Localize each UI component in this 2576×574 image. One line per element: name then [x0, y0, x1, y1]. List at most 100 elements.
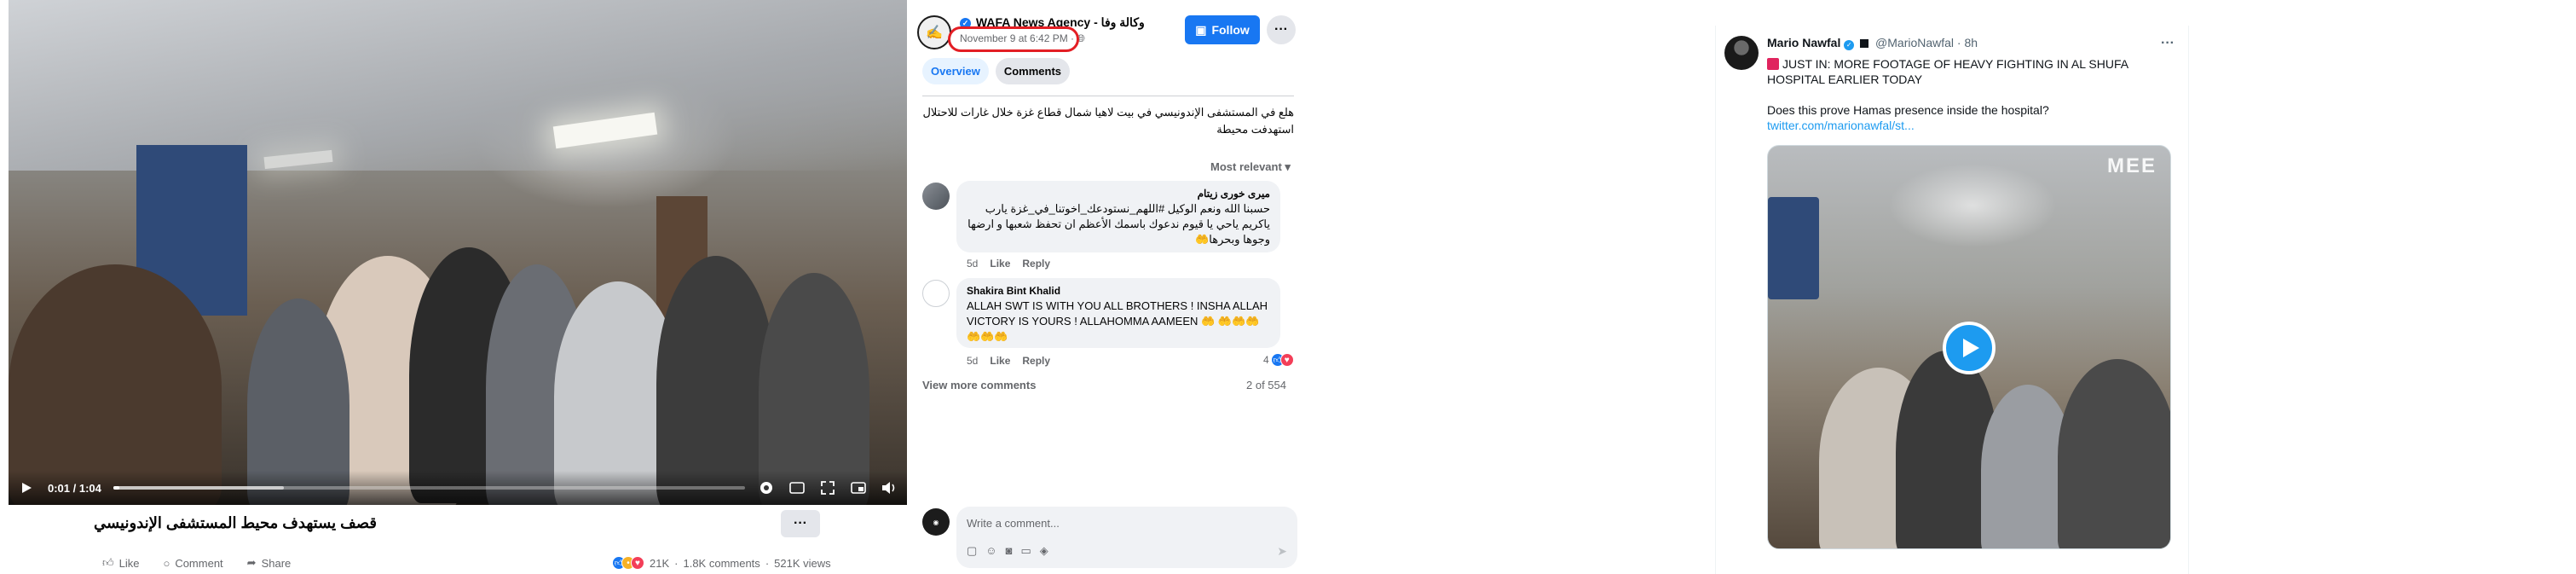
- post-caption: هلع في المستشفى الإندونيسي في بيت لاهيا …: [922, 106, 1294, 136]
- views-count: 521K views: [774, 556, 831, 570]
- tab-overview[interactable]: Overview: [922, 58, 989, 84]
- comment-item: Shakira Bint Khalid ALLAH SWT IS WITH YO…: [922, 278, 1297, 367]
- reaction-count[interactable]: 21K: [650, 557, 669, 570]
- comment-sort-dropdown[interactable]: Most relevant ▾: [1210, 160, 1291, 174]
- watermark-logo: MEE: [2106, 154, 2157, 177]
- sticker-icon[interactable]: ▢: [967, 544, 977, 558]
- side-tabs: Overview Comments: [922, 58, 1071, 84]
- love-reaction-icon: ♥: [631, 556, 644, 570]
- video-progress-bar[interactable]: [113, 486, 745, 490]
- wafa-logo-icon: ✍: [926, 26, 943, 40]
- comment-like-button[interactable]: Like: [990, 258, 1010, 270]
- avatar: ◉: [922, 508, 950, 536]
- avatar[interactable]: [1724, 36, 1759, 70]
- author-name[interactable]: Mario Nawfal: [1767, 36, 1840, 49]
- comment-reply-button[interactable]: Reply: [1022, 355, 1050, 367]
- volume-icon[interactable]: [880, 478, 898, 497]
- comment-count: 2 of 554: [1246, 379, 1286, 391]
- share-label: Share: [261, 556, 292, 570]
- settings-gear-icon[interactable]: [757, 478, 776, 497]
- like-label: Like: [118, 556, 140, 570]
- video-action-bar: 👍︎ Like ○ Comment ➦ Share: [102, 556, 291, 570]
- camera-icon[interactable]: ◙: [1006, 544, 1013, 558]
- comments-count[interactable]: 1.8K comments: [683, 557, 760, 570]
- comment-reactions[interactable]: 4 👍︎ ♥: [1263, 353, 1294, 367]
- share-arrow-icon: ➦: [246, 556, 257, 569]
- tweet-headline: JUST IN: MORE FOOTAGE OF HEAVY FIGHTING …: [1767, 57, 2128, 86]
- tweet-line: JUST IN: MORE FOOTAGE OF HEAVY FIGHTING …: [1767, 56, 2180, 87]
- comment-author[interactable]: Shakira Bint Khalid: [967, 285, 1270, 297]
- comment-text: حسبنا الله ونعم الوكيل #اللهم_نستودعك_اخ…: [967, 202, 1270, 246]
- tweet-question: Does this prove Hamas presence inside th…: [1767, 103, 2049, 117]
- video-title: قصف يستهدف محيط المستشفى الإندونيسي: [94, 514, 377, 531]
- author-handle[interactable]: @MarioNawfal · 8h: [1875, 36, 1978, 49]
- post-more-button[interactable]: ···: [1267, 15, 1296, 44]
- send-icon[interactable]: ➤: [1277, 544, 1287, 559]
- page-avatar[interactable]: ✍: [917, 15, 951, 49]
- comment-label: Comment: [175, 556, 223, 570]
- video-more-button[interactable]: ···: [781, 510, 820, 537]
- video-player[interactable]: 0:01 / 1:04: [9, 0, 907, 505]
- tweet-card[interactable]: Mario Nawfal ✓ @MarioNawfal · 8h ··· JUS…: [1715, 26, 2189, 574]
- stats-separator: ·: [765, 556, 770, 570]
- follow-label: Follow: [1211, 23, 1250, 37]
- tweet-spacer: [1767, 87, 2180, 102]
- tab-comments[interactable]: Comments: [995, 58, 1071, 84]
- tweet-header: Mario Nawfal ✓ @MarioNawfal · 8h: [1767, 36, 1978, 50]
- comment-bubble: ميرى خورى زيتام حسبنا الله ونعم الوكيل #…: [956, 181, 1280, 252]
- comment-button[interactable]: ○ Comment: [163, 556, 222, 570]
- like-button[interactable]: 👍︎ Like: [102, 556, 139, 570]
- video-buffer-fill: [113, 486, 284, 490]
- video-stats: 👍︎ • ♥ 21K · 1.8K comments · 521K views: [612, 556, 831, 570]
- thumbs-up-icon: 👍︎: [102, 556, 114, 569]
- fullscreen-icon[interactable]: [818, 478, 837, 497]
- video-time: 0:01 / 1:04: [48, 481, 101, 495]
- picture-in-picture-icon[interactable]: [849, 478, 868, 497]
- tweet-link[interactable]: twitter.com/marionawfal/st...: [1767, 118, 2180, 133]
- avatar[interactable]: [922, 183, 950, 210]
- play-button[interactable]: [1943, 322, 1996, 374]
- comment-input[interactable]: Write a comment...: [967, 517, 1060, 530]
- play-icon[interactable]: [17, 478, 36, 497]
- video-controls: 0:01 / 1:04: [9, 471, 907, 505]
- comment-reaction-count: 4: [1263, 354, 1269, 366]
- share-button[interactable]: ➦ Share: [247, 556, 292, 570]
- follow-icon: ▣: [1195, 22, 1207, 37]
- tweet-more-button[interactable]: ···: [2161, 36, 2175, 51]
- video-progress-fill: [113, 486, 120, 490]
- captions-icon[interactable]: [788, 478, 806, 497]
- comment-time[interactable]: 5d: [967, 355, 978, 367]
- comment-reply-button[interactable]: Reply: [1022, 258, 1050, 270]
- video-frame-figure: [2058, 359, 2170, 548]
- comment-bubble: Shakira Bint Khalid ALLAH SWT IS WITH YO…: [956, 278, 1280, 348]
- tweet-video[interactable]: MEE: [1767, 145, 2171, 549]
- view-more-comments-link[interactable]: View more comments: [922, 379, 1036, 391]
- tweet-text: JUST IN: MORE FOOTAGE OF HEAVY FIGHTING …: [1767, 56, 2180, 133]
- gif-icon[interactable]: ▭: [1020, 544, 1031, 558]
- post-side-panel: ✍ ✓ WAFA News Agency - وكالة وفا Novembe…: [912, 0, 1304, 574]
- affiliate-badge-icon: [1860, 39, 1869, 48]
- comment-meta: 5d Like Reply: [967, 355, 1050, 367]
- comment-meta: 5d Like Reply: [967, 258, 1050, 270]
- emoji-icon[interactable]: ☺: [985, 544, 996, 558]
- video-frame-figure: [1768, 197, 1819, 299]
- play-icon: [1963, 339, 1979, 357]
- comment-composer: ◉ Write a comment... ▢ ☺ ◙ ▭ ◈ ➤: [922, 507, 1297, 570]
- comment-bubble-icon: ○: [163, 556, 170, 570]
- comment-text: ALLAH SWT IS WITH YOU ALL BROTHERS ! INS…: [967, 299, 1268, 343]
- siren-icon: [1767, 58, 1779, 70]
- comment-author[interactable]: ميرى خورى زيتام: [967, 188, 1270, 200]
- comment-like-button[interactable]: Like: [990, 355, 1010, 367]
- comment-item: ميرى خورى زيتام حسبنا الله ونعم الوكيل #…: [922, 181, 1297, 270]
- verified-badge-icon: ✓: [1844, 40, 1855, 50]
- stats-separator: ·: [674, 556, 679, 570]
- love-reaction-icon: ♥: [1279, 353, 1294, 367]
- avatar-sticker-icon[interactable]: ◈: [1040, 544, 1048, 558]
- video-frame-figure: [9, 264, 222, 505]
- follow-button[interactable]: ▣ Follow: [1185, 15, 1260, 44]
- comment-input-box[interactable]: Write a comment... ▢ ☺ ◙ ▭ ◈ ➤: [956, 507, 1297, 568]
- reaction-icons[interactable]: 👍︎ • ♥: [612, 556, 644, 570]
- avatar[interactable]: [922, 280, 950, 307]
- comment-time[interactable]: 5d: [967, 258, 978, 270]
- composer-tools: ▢ ☺ ◙ ▭ ◈: [967, 544, 1048, 558]
